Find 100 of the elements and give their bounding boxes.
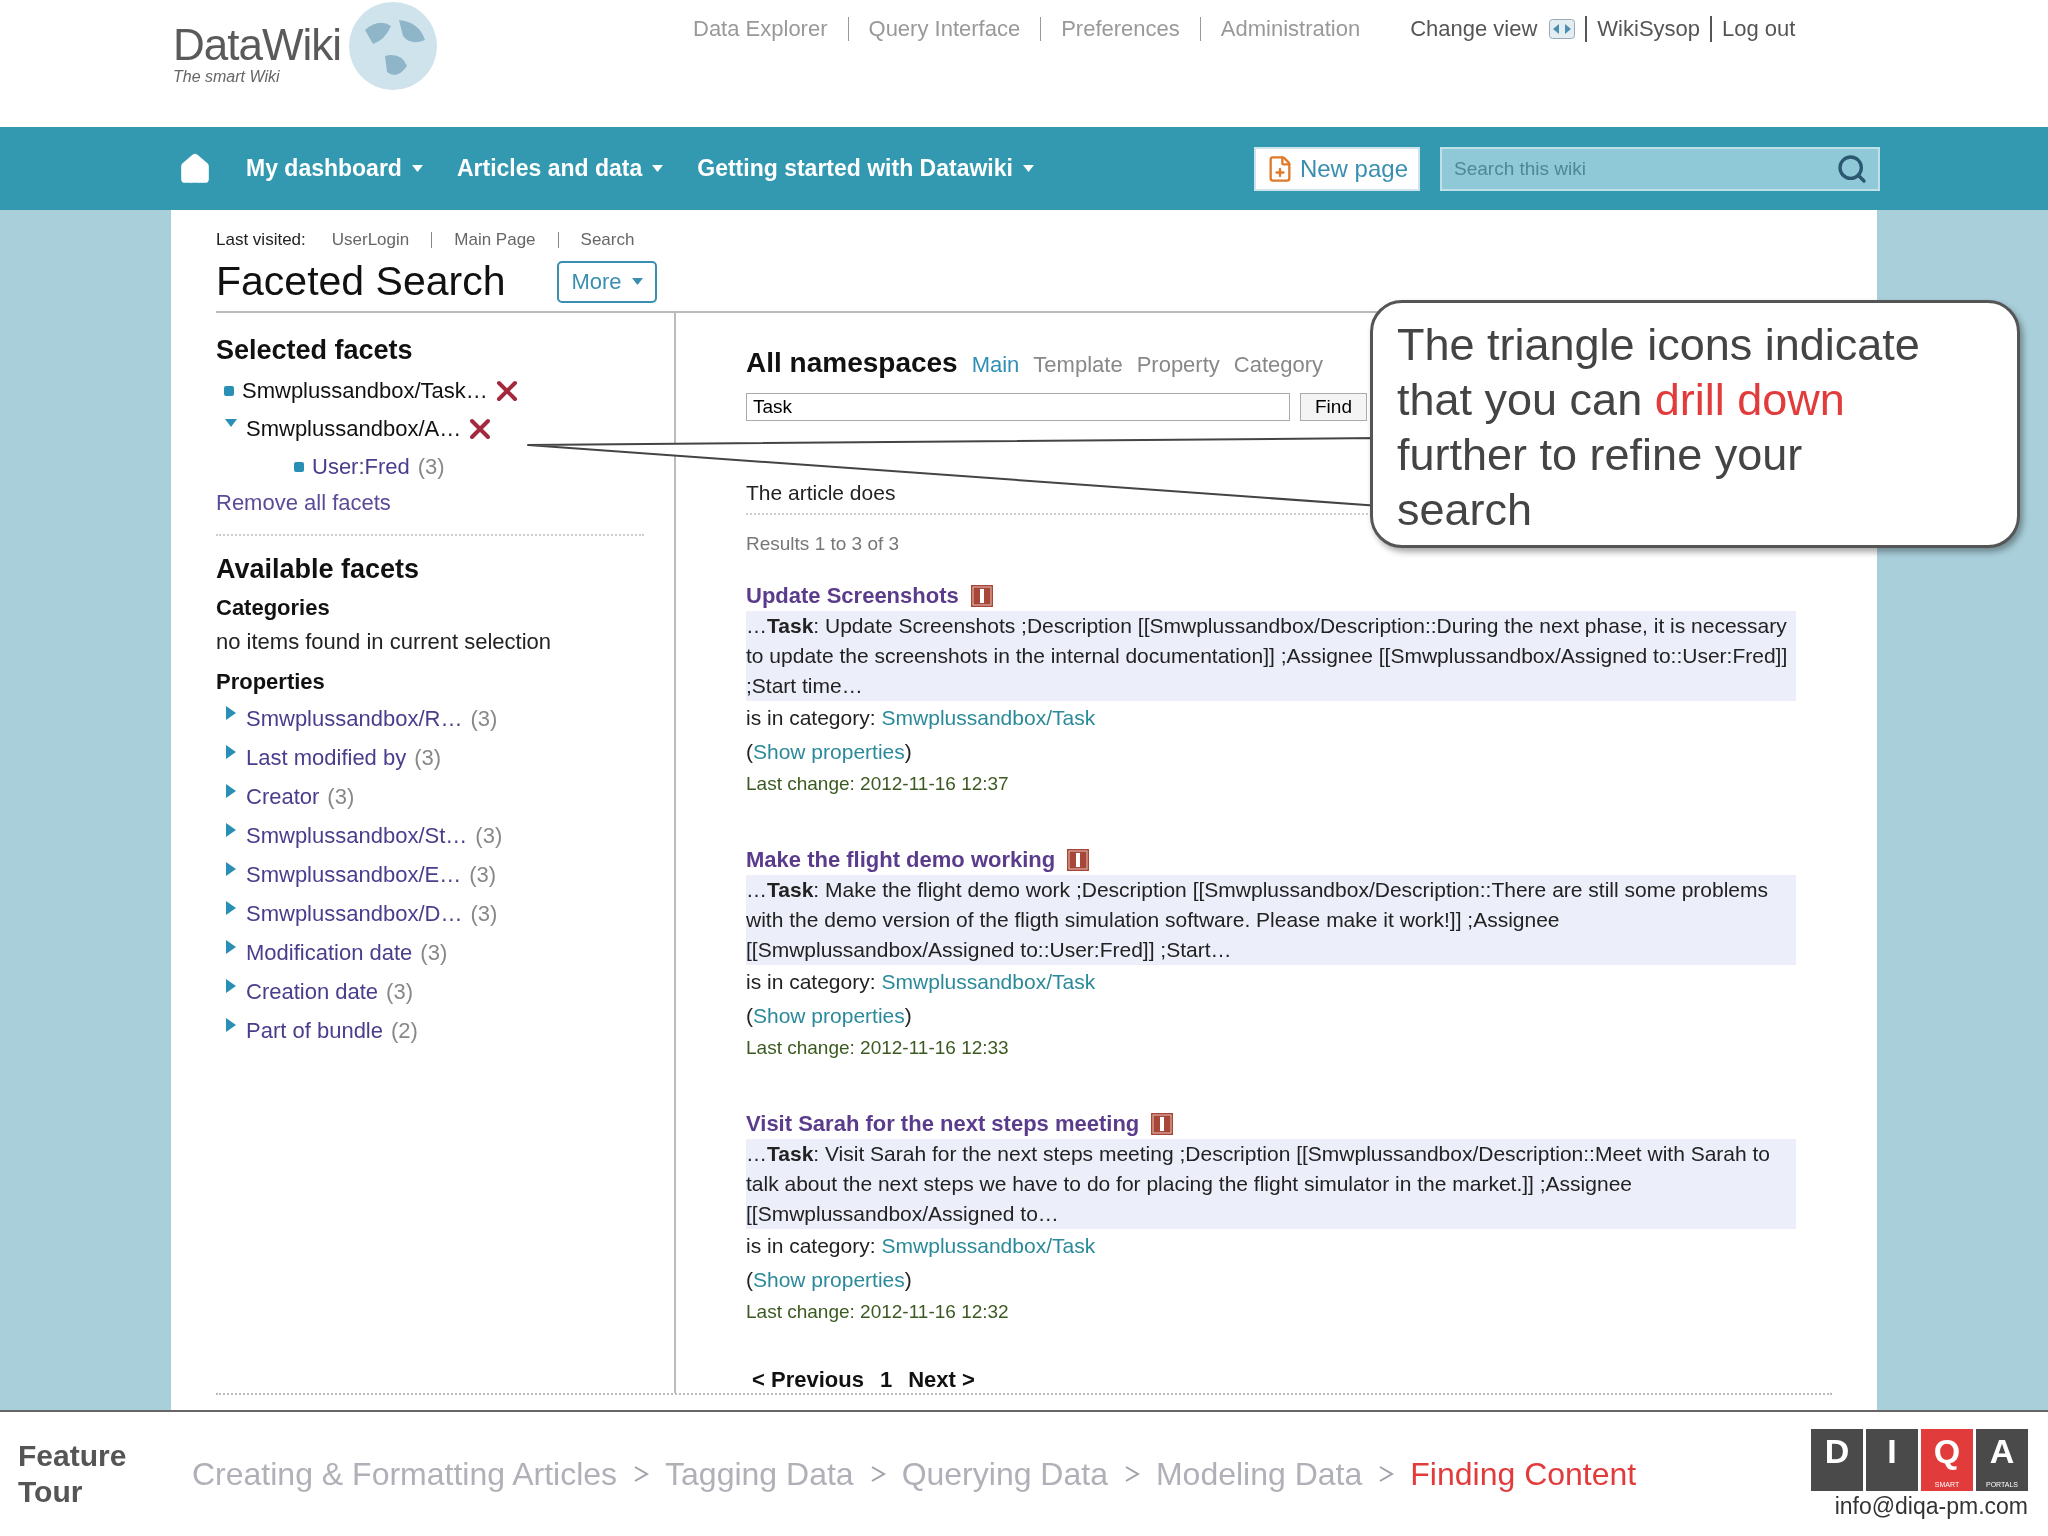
- triangle-right-icon[interactable]: [224, 978, 238, 994]
- search-icon[interactable]: [1836, 152, 1868, 185]
- last-change: Last change: 2012-11-16 12:33: [746, 1036, 1010, 1060]
- triangle-right-icon[interactable]: [224, 1017, 238, 1033]
- namespace-tab[interactable]: Main: [971, 352, 1020, 378]
- triangle-right-icon[interactable]: [224, 822, 238, 838]
- facet-label[interactable]: Smwplussandbox/E…: [246, 861, 462, 888]
- facet-label[interactable]: Creator: [246, 783, 320, 810]
- namespace-heading: All namespaces: [746, 347, 958, 379]
- last-change: Last change: 2012-11-16 12:37: [746, 772, 1010, 796]
- change-view-link[interactable]: Change view: [1400, 16, 1586, 42]
- result-title[interactable]: Update Screenshots: [746, 583, 959, 609]
- find-button[interactable]: Find: [1300, 393, 1367, 421]
- namespace-tab[interactable]: Template: [1033, 352, 1123, 378]
- facet-label[interactable]: Smwplussandbox/A…: [246, 416, 462, 442]
- chevron-icon: [869, 1464, 886, 1484]
- remove-all-link[interactable]: Remove all facets: [216, 490, 391, 516]
- triangle-right-icon[interactable]: [224, 939, 238, 955]
- email-text: info@diqa-pm.com: [1834, 1492, 2028, 1520]
- remove-icon[interactable]: [495, 380, 518, 402]
- caret-icon: [631, 277, 643, 286]
- caret-icon: [652, 164, 664, 173]
- breadcrumb-link[interactable]: UserLogin: [309, 232, 432, 248]
- show-properties-line: (Show properties): [746, 1267, 912, 1293]
- category-label: is in category:: [746, 705, 876, 731]
- namespace-tab[interactable]: Property: [1136, 352, 1220, 378]
- home-icon[interactable]: [178, 151, 212, 186]
- breadcrumb-link[interactable]: Search: [557, 232, 657, 248]
- triangle-right-icon[interactable]: [224, 861, 238, 877]
- facet-label[interactable]: Smwplussandbox/R…: [246, 705, 463, 732]
- last-change: Last change: 2012-11-16 12:32: [746, 1300, 1010, 1324]
- triangle-right-icon[interactable]: [224, 705, 238, 721]
- facet-label[interactable]: Smwplussandbox/D…: [246, 900, 463, 927]
- next-link[interactable]: Next >: [908, 1367, 975, 1393]
- facet-count: (3): [470, 705, 498, 732]
- show-properties-link[interactable]: Show properties: [753, 1268, 905, 1291]
- show-properties-link[interactable]: Show properties: [753, 1004, 905, 1027]
- facet-count: (2): [391, 1017, 418, 1044]
- facet-label[interactable]: Creation date: [246, 978, 379, 1005]
- query-field[interactable]: Task: [746, 393, 1290, 421]
- breadcrumb-link[interactable]: Main Page: [431, 232, 558, 248]
- show-properties-link[interactable]: Show properties: [753, 740, 905, 763]
- category-link[interactable]: Smwplussandbox/Task: [881, 701, 1096, 735]
- results-count: Results 1 to 3 of 3: [746, 533, 901, 555]
- user-link[interactable]: WikiSysop: [1585, 16, 1711, 42]
- subheading: Categories: [216, 594, 331, 622]
- bar-square-icon[interactable]: [1067, 849, 1090, 871]
- bar-square-icon[interactable]: [1151, 1113, 1174, 1135]
- facet-label[interactable]: Smwplussandbox/St…: [246, 822, 468, 849]
- nav-menu-item[interactable]: Articles and data: [456, 155, 664, 182]
- category-link[interactable]: Smwplussandbox/Task: [881, 1229, 1096, 1263]
- logo-tile: I: [1866, 1428, 1918, 1491]
- expand-icon: [1549, 19, 1576, 39]
- more-button[interactable]: More: [557, 260, 657, 303]
- user-link[interactable]: Log out: [1710, 16, 1806, 42]
- feature-tour-title: Feature Tour: [18, 1438, 128, 1510]
- page-number[interactable]: 1: [879, 1367, 893, 1393]
- triangle-right-icon[interactable]: [224, 900, 238, 916]
- result-snippet: …Task: Make the flight demo work ;Description [[Smwplussandbox/Description::There are still some problems with the demo version of the fligth simulation software. Please make it work!]] ;Assignee [[Smwplussandbox/Assigned to::User:Fred]] ;Start…: [746, 875, 1796, 965]
- bullet-icon: [224, 386, 234, 396]
- facet-count: (3): [414, 744, 442, 771]
- nav-menu-item[interactable]: Getting started with Datawiki: [697, 155, 1034, 182]
- category-label: is in category:: [746, 969, 876, 995]
- facet-count: (3): [469, 861, 497, 888]
- nav-menu-item[interactable]: My dashboard: [246, 155, 423, 182]
- tour-step-link[interactable]: Finding Content: [1410, 1455, 1637, 1493]
- category-link[interactable]: Smwplussandbox/Task: [881, 965, 1096, 999]
- bullet-icon: [294, 462, 304, 472]
- new-page-button[interactable]: New page: [1253, 146, 1420, 191]
- triangle-right-icon[interactable]: [224, 744, 238, 760]
- facet-count: (3): [327, 783, 355, 810]
- show-properties-line: (Show properties): [746, 1003, 912, 1029]
- caret-icon: [1022, 164, 1034, 173]
- empty-message: no items found in current selection: [216, 628, 553, 656]
- section-heading: Available facets: [216, 554, 421, 585]
- result-title[interactable]: Make the flight demo working: [746, 847, 1056, 873]
- facet-label[interactable]: Smwplussandbox/Task…: [242, 378, 488, 404]
- subheading: Properties: [216, 668, 326, 696]
- facet-count: (3): [420, 939, 448, 966]
- facet-count: (3): [417, 454, 445, 480]
- facet-label[interactable]: User:Fred: [312, 454, 410, 480]
- namespace-tab[interactable]: Category: [1233, 352, 1324, 378]
- bar-square-icon[interactable]: [970, 585, 993, 607]
- logo-tile: D: [1811, 1428, 1863, 1491]
- previous-link[interactable]: < Previous: [752, 1367, 864, 1393]
- search-field[interactable]: Search this wiki: [1440, 146, 1880, 191]
- last-visited-label: Last visited:: [216, 230, 306, 250]
- logo-text[interactable]: DataWiki: [173, 22, 342, 68]
- facet-label[interactable]: Part of bundle: [246, 1017, 383, 1044]
- triangle-right-icon[interactable]: [224, 783, 238, 799]
- notice-text: The article does: [746, 481, 896, 505]
- caret-icon: [411, 164, 423, 173]
- facet-count: (3): [470, 900, 498, 927]
- show-properties-line: (Show properties): [746, 739, 912, 765]
- remove-icon[interactable]: [469, 418, 492, 440]
- facet-label[interactable]: Last modified by: [246, 744, 407, 771]
- result-title[interactable]: Visit Sarah for the next steps meeting: [746, 1111, 1140, 1137]
- facet-count: (3): [386, 978, 413, 1005]
- section-heading: Selected facets: [216, 335, 414, 366]
- facet-label[interactable]: Modification date: [246, 939, 413, 966]
